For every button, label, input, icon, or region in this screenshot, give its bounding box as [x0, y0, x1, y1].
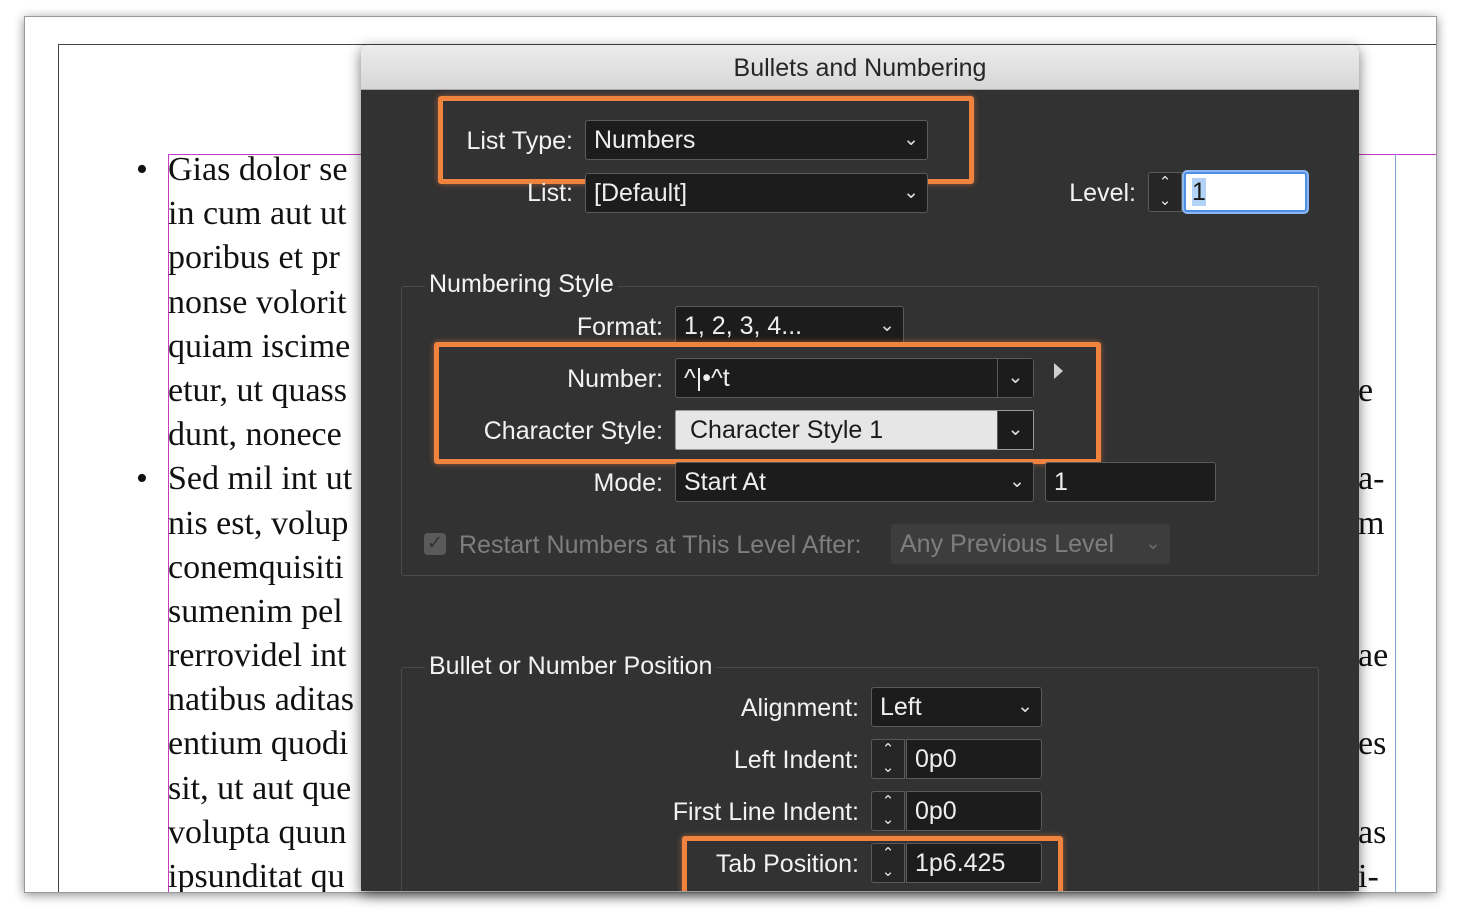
line-text-end: e — [1358, 371, 1374, 409]
stepper-up-icon[interactable]: ⌃ — [872, 793, 904, 811]
line-text: ipsunditat qu — [168, 858, 345, 893]
first-line-indent-stepper[interactable]: ⌃ ⌄ — [871, 791, 905, 831]
line-text: Gias dolor se — [168, 151, 348, 188]
format-value: 1, 2, 3, 4... — [684, 312, 803, 340]
line-text: volupta quun — [168, 813, 347, 851]
chevron-down-icon: ⌄ — [1009, 471, 1025, 492]
alignment-label: Alignment: — [740, 694, 859, 722]
line-text: Sed mil int ut — [168, 460, 353, 498]
list-type-label: List Type: — [466, 127, 573, 155]
mode-dropdown[interactable]: Start At ⌄ — [675, 462, 1034, 502]
line-text: dunt, nonece — [168, 416, 342, 454]
position-group — [401, 667, 1319, 891]
line-text: sumenim pel — [168, 592, 343, 630]
first-line-indent-label: First Line Indent: — [672, 798, 859, 826]
stepper-up-icon[interactable]: ⌃ — [872, 845, 904, 863]
line-text: etur, ut quass — [168, 371, 347, 409]
left-indent-label: Left Indent: — [733, 746, 859, 774]
character-style-value: Character Style 1 — [690, 416, 884, 444]
alignment-value: Left — [880, 693, 922, 721]
line-text: quiam iscime — [168, 327, 351, 365]
numbering-style-title: Numbering Style — [425, 270, 618, 299]
left-indent-value: 0p0 — [915, 745, 957, 773]
start-at-input[interactable]: 1 — [1045, 462, 1216, 502]
number-field[interactable]: ^|•^t ⌄ — [675, 358, 1034, 398]
dialog-title: Bullets and Numbering — [361, 45, 1359, 90]
mode-value: Start At — [684, 468, 766, 496]
bullet-icon: • — [136, 460, 148, 498]
chevron-down-icon: ⌄ — [903, 182, 919, 203]
tab-position-label: Tab Position: — [715, 850, 859, 878]
mode-label: Mode: — [593, 469, 663, 497]
number-value: ^|•^t — [684, 364, 730, 392]
format-label: Format: — [576, 313, 663, 341]
line-text-end: es — [1358, 725, 1387, 763]
bullets-numbering-dialog: Bullets and Numbering List Type: Numbers… — [361, 45, 1359, 891]
left-indent-stepper[interactable]: ⌃ ⌄ — [871, 739, 905, 779]
line-text: nonse volorit — [168, 283, 347, 321]
first-line-indent-input[interactable]: 0p0 — [906, 791, 1042, 831]
tab-position-value: 1p6.425 — [915, 849, 1006, 877]
restart-label: Restart Numbers at This Level After: — [459, 531, 862, 559]
stepper-down-icon[interactable]: ⌄ — [872, 863, 904, 881]
level-stepper[interactable]: ⌃ ⌄ — [1148, 172, 1182, 212]
line-text-end: i- — [1358, 858, 1379, 893]
line-text: sit, ut aut que — [168, 769, 352, 807]
chevron-down-icon: ⌄ — [1145, 533, 1161, 554]
list-value: [Default] — [594, 179, 688, 207]
line-text: entium quodi — [168, 725, 349, 763]
level-input[interactable]: 1 — [1184, 172, 1307, 212]
list-label: List: — [527, 179, 573, 207]
line-text: nis est, volup — [168, 504, 349, 542]
restart-level-value: Any Previous Level — [900, 530, 1115, 558]
restart-level-dropdown[interactable]: Any Previous Level ⌄ — [891, 524, 1170, 564]
line-text-end: ae — [1358, 637, 1389, 675]
restart-checkbox[interactable]: ✓ — [424, 533, 446, 555]
chevron-down-icon: ⌄ — [1017, 696, 1033, 717]
line-text: natibus aditas — [168, 681, 355, 719]
page-edge — [58, 44, 59, 892]
left-indent-input[interactable]: 0p0 — [906, 739, 1042, 779]
line-text-end: a- — [1358, 460, 1385, 498]
stepper-down-icon[interactable]: ⌄ — [1149, 192, 1181, 210]
list-type-dropdown[interactable]: Numbers ⌄ — [585, 120, 928, 160]
tab-position-input[interactable]: 1p6.425 — [906, 843, 1042, 883]
line-text: conemquisiti — [168, 548, 344, 586]
alignment-dropdown[interactable]: Left ⌄ — [871, 687, 1042, 727]
position-title: Bullet or Number Position — [425, 652, 717, 681]
stepper-down-icon[interactable]: ⌄ — [872, 759, 904, 777]
stepper-down-icon[interactable]: ⌄ — [872, 811, 904, 829]
line-text: in cum aut ut — [168, 195, 347, 233]
line-text-end: as — [1358, 813, 1387, 851]
number-label: Number: — [567, 365, 663, 393]
triangle-right-icon[interactable] — [1054, 363, 1063, 379]
character-style-label: Character Style: — [483, 417, 663, 445]
line-text: rerrovidel int — [168, 637, 347, 675]
list-type-value: Numbers — [594, 126, 696, 154]
chevron-down-icon: ⌄ — [903, 129, 919, 150]
bullet-icon: • — [136, 151, 148, 188]
format-dropdown[interactable]: 1, 2, 3, 4... ⌄ — [675, 306, 904, 346]
line-text: poribus et pr — [168, 239, 340, 277]
tab-position-stepper[interactable]: ⌃ ⌄ — [871, 843, 905, 883]
stepper-up-icon[interactable]: ⌃ — [872, 741, 904, 759]
level-value: 1 — [1192, 178, 1206, 206]
start-at-value: 1 — [1054, 468, 1068, 496]
chevron-down-icon: ⌄ — [879, 315, 895, 336]
line-text-end: m — [1358, 504, 1385, 542]
character-style-dropdown[interactable]: Character Style 1 ⌄ — [675, 410, 1034, 450]
level-label: Level: — [1069, 179, 1136, 207]
first-line-indent-value: 0p0 — [915, 797, 957, 825]
list-dropdown[interactable]: [Default] ⌄ — [585, 173, 928, 213]
chevron-down-icon[interactable]: ⌄ — [997, 411, 1033, 449]
stepper-up-icon[interactable]: ⌃ — [1149, 174, 1181, 192]
chevron-down-icon[interactable]: ⌄ — [997, 359, 1033, 397]
